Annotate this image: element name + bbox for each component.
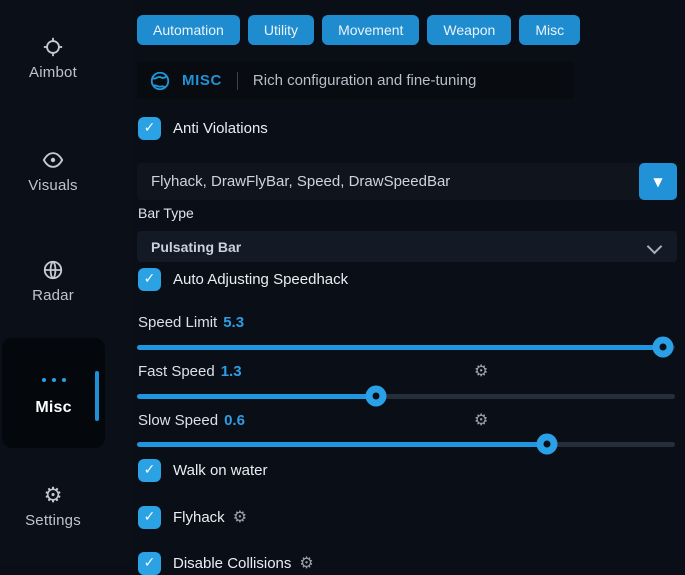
slider-label-text: Slow Speed xyxy=(138,412,218,429)
chevron-down-icon xyxy=(647,239,663,255)
slider-value: 5.3 xyxy=(223,314,244,331)
auto-adjusting-speedhack-label: Auto Adjusting Speedhack xyxy=(173,271,348,288)
active-indicator xyxy=(95,371,99,421)
auto-adjusting-speedhack-checkbox[interactable]: ✓ xyxy=(138,268,161,291)
sidebar-item-visuals[interactable]: Visuals xyxy=(0,149,106,195)
gear-icon[interactable]: ⚙ xyxy=(474,363,488,379)
sidebar-item-label: Visuals xyxy=(28,177,77,194)
check-icon: ✓ xyxy=(144,272,156,286)
gear-icon[interactable]: ⚙ xyxy=(233,509,247,525)
speed-limit-slider[interactable] xyxy=(137,337,677,358)
slider-fill xyxy=(137,442,547,447)
bar-type-select[interactable]: Pulsating Bar xyxy=(137,231,677,262)
disable-collisions-row: ✓ Disable Collisions ⚙ xyxy=(138,551,314,575)
slider-value: 1.3 xyxy=(221,363,242,380)
walk-on-water-label: Walk on water xyxy=(173,462,267,479)
walk-on-water-checkbox[interactable]: ✓ xyxy=(138,459,161,482)
section-title: MISC xyxy=(182,72,222,89)
flyhack-row: ✓ Flyhack ⚙ xyxy=(138,505,247,529)
fast-speed-slider[interactable] xyxy=(137,386,677,407)
disable-collisions-checkbox[interactable]: ✓ xyxy=(138,552,161,575)
slider-fill xyxy=(137,394,376,399)
gear-icon: ⚙ xyxy=(42,484,64,506)
tab-utility[interactable]: Utility xyxy=(248,15,314,45)
slider-knob[interactable] xyxy=(365,386,386,407)
check-icon: ✓ xyxy=(144,121,156,135)
auto-adjusting-speedhack-row: ✓ Auto Adjusting Speedhack xyxy=(138,267,348,291)
multiselect-dropdown-button[interactable]: ▼ xyxy=(639,163,677,200)
sidebar-item-misc[interactable]: Misc xyxy=(2,338,105,448)
tab-automation[interactable]: Automation xyxy=(137,15,240,45)
divider xyxy=(237,72,238,90)
tab-movement[interactable]: Movement xyxy=(322,15,419,45)
sidebar-item-label: Radar xyxy=(32,287,74,304)
check-icon: ✓ xyxy=(144,510,156,524)
flyhack-label: Flyhack xyxy=(173,509,225,526)
gear-icon[interactable]: ⚙ xyxy=(299,555,313,571)
slow-speed-slider[interactable] xyxy=(137,434,677,455)
section-header: MISC Rich configuration and fine-tuning xyxy=(137,62,574,99)
category-tabs: Automation Utility Movement Weapon Misc xyxy=(137,15,580,45)
sidebar-item-aimbot[interactable]: Aimbot xyxy=(0,36,106,82)
check-icon: ✓ xyxy=(144,463,156,477)
tab-misc[interactable]: Misc xyxy=(519,15,580,45)
slider-value: 0.6 xyxy=(224,412,245,429)
slider-label-text: Speed Limit xyxy=(138,314,217,331)
slow-speed-label: Slow Speed 0.6 xyxy=(138,412,245,430)
fast-speed-label: Fast Speed 1.3 xyxy=(138,363,242,381)
slider-label-text: Fast Speed xyxy=(138,363,215,380)
gear-icon[interactable]: ⚙ xyxy=(474,412,488,428)
sidebar-item-label: Misc xyxy=(2,399,105,417)
flyhack-checkbox[interactable]: ✓ xyxy=(138,506,161,529)
globe-icon xyxy=(149,70,171,92)
sidebar-item-label: Aimbot xyxy=(29,64,77,81)
anti-violations-label: Anti Violations xyxy=(173,120,268,137)
sidebar-item-settings[interactable]: ⚙ Settings xyxy=(0,484,106,530)
sidebar-item-label: Settings xyxy=(25,512,81,529)
crosshair-icon xyxy=(42,36,64,58)
tab-weapon[interactable]: Weapon xyxy=(427,15,511,45)
bar-multiselect[interactable]: Flyhack, DrawFlyBar, Speed, DrawSpeedBar… xyxy=(137,163,677,200)
slider-fill xyxy=(137,345,663,350)
sidebar: Aimbot Visuals Radar Misc ⚙ Settings xyxy=(0,0,132,563)
speed-limit-label: Speed Limit 5.3 xyxy=(138,314,244,332)
check-icon: ✓ xyxy=(144,556,156,570)
anti-violations-checkbox[interactable]: ✓ xyxy=(138,117,161,140)
slider-knob[interactable] xyxy=(537,434,558,455)
globe-icon xyxy=(42,259,64,281)
misc-panel: Automation Utility Movement Weapon Misc … xyxy=(137,0,677,563)
bar-type-label: Bar Type xyxy=(138,205,194,221)
ellipsis-icon xyxy=(2,378,105,382)
bar-type-value: Pulsating Bar xyxy=(151,239,241,255)
bar-multiselect-value: Flyhack, DrawFlyBar, Speed, DrawSpeedBar xyxy=(151,173,450,190)
section-subtitle: Rich configuration and fine-tuning xyxy=(253,72,476,89)
disable-collisions-label: Disable Collisions xyxy=(173,555,291,572)
anti-violations-row: ✓ Anti Violations xyxy=(138,116,268,140)
slider-knob[interactable] xyxy=(652,337,673,358)
eye-icon xyxy=(42,149,64,171)
sidebar-item-radar[interactable]: Radar xyxy=(0,259,106,305)
walk-on-water-row: ✓ Walk on water xyxy=(138,458,267,482)
triangle-down-icon: ▼ xyxy=(653,176,662,188)
